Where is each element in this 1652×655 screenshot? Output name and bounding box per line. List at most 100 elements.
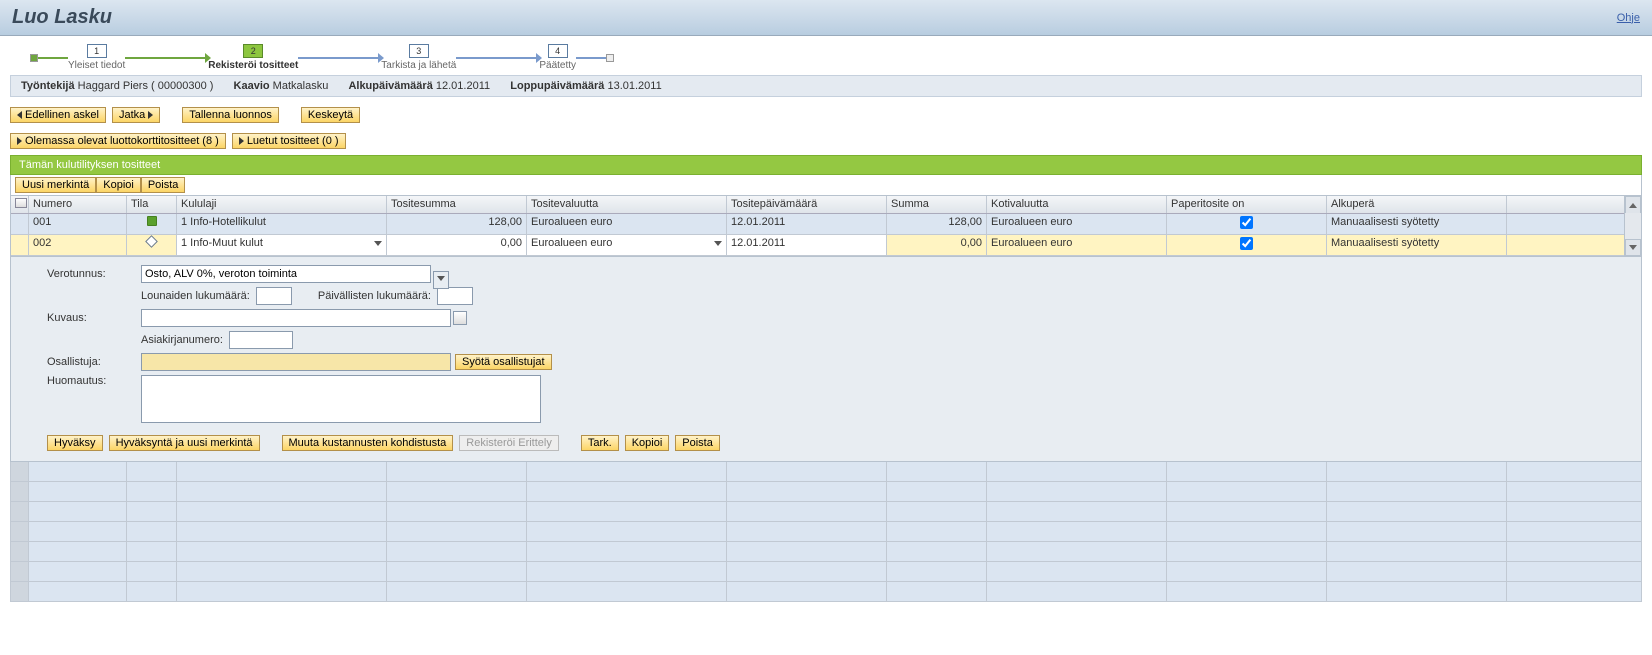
col-kululaji[interactable]: Kululaji (177, 196, 387, 213)
verotunnus-label: Verotunnus: (47, 268, 141, 280)
copy-detail-button[interactable]: Kopioi (625, 435, 670, 451)
receipt-toggles: Olemassa olevat luottokorttitositteet (8… (0, 133, 1652, 155)
cell-kotivaluutta: Euroalueen euro (987, 235, 1167, 255)
osallistuja-label: Osallistuja: (47, 356, 141, 368)
kuvaus-input[interactable] (141, 309, 451, 327)
new-entry-button[interactable]: Uusi merkintä (15, 177, 96, 193)
receipts-grid: Numero Tila Kululaji Tositesumma Tositev… (10, 195, 1642, 257)
lounaiden-label: Lounaiden lukumäärä: (141, 290, 250, 302)
cell-tositesumma[interactable]: 0,00 (387, 235, 527, 255)
paper-receipt-checkbox[interactable] (1240, 216, 1253, 229)
main-action-row: Edellinen askel Jatka Tallenna luonnos K… (0, 97, 1652, 133)
col-summa[interactable]: Summa (887, 196, 987, 213)
dropdown-icon (374, 241, 382, 246)
cell-kululaji[interactable]: 1 Info-Muut kulut (177, 235, 387, 255)
wizard-step-4[interactable]: 4 Päätetty (539, 44, 576, 71)
status-edit-icon (145, 235, 158, 248)
col-tositepvm[interactable]: Tositepäivämäärä (727, 196, 887, 213)
triangle-left-icon (17, 111, 22, 119)
col-alkupera[interactable]: Alkuperä (1327, 196, 1507, 213)
wizard-step-1[interactable]: 1 Yleiset tiedot (68, 44, 125, 71)
col-paperitosite[interactable]: Paperitosite on (1167, 196, 1327, 213)
cell-tositevaluutta: Euroalueen euro (527, 214, 727, 234)
receipt-detail-panel: Verotunnus: Lounaiden lukumäärä: Päiväll… (10, 257, 1642, 462)
wizard-roadmap: 1 Yleiset tiedot 2 Rekisteröi tositteet … (0, 36, 1652, 75)
dropdown-icon[interactable] (433, 271, 449, 289)
wizard-start-marker (30, 54, 38, 62)
detail-action-row: Hyväksy Hyväksyntä ja uusi merkintä Muut… (47, 435, 1631, 451)
cell-tositepvm[interactable]: 12.01.2011 (727, 235, 887, 255)
expand-text-icon[interactable] (453, 311, 467, 325)
cell-numero: 001 (29, 214, 127, 234)
verotunnus-select[interactable] (141, 265, 431, 283)
cell-numero: 002 (29, 235, 127, 255)
scroll-down-button[interactable] (1625, 239, 1641, 256)
next-step-button[interactable]: Jatka (112, 107, 160, 123)
cell-alkupera: Manuaalisesti syötetty (1327, 235, 1507, 255)
asiakirja-input[interactable] (229, 331, 293, 349)
register-itemization-button: Rekisteröi Erittely (459, 435, 559, 451)
delete-button[interactable]: Poista (141, 177, 186, 193)
empty-grid-rows (10, 462, 1642, 602)
wizard-end-marker (606, 54, 614, 62)
paivallisten-label: Päivällisten lukumäärä: (318, 290, 431, 302)
wizard-step-2[interactable]: 2 Rekisteröi tositteet (208, 44, 298, 71)
kuvaus-label: Kuvaus: (47, 312, 141, 324)
cell-summa: 0,00 (887, 235, 987, 255)
select-all-header[interactable] (11, 196, 29, 213)
row-selector[interactable] (11, 235, 29, 255)
cell-paperitosite[interactable] (1167, 235, 1327, 255)
save-draft-button[interactable]: Tallenna luonnos (182, 107, 279, 123)
huomautus-textarea[interactable] (141, 375, 541, 423)
paper-receipt-checkbox[interactable] (1240, 237, 1253, 250)
check-button[interactable]: Tark. (581, 435, 619, 451)
receipts-toolbar: Uusi merkintä Kopioi Poista (10, 175, 1642, 195)
col-numero[interactable]: Numero (29, 196, 127, 213)
col-tositesumma[interactable]: Tositesumma (387, 196, 527, 213)
change-cost-assignment-button[interactable]: Muuta kustannusten kohdistusta (282, 435, 454, 451)
cell-summa: 128,00 (887, 214, 987, 234)
row-selector[interactable] (11, 214, 29, 234)
paivallisten-input[interactable] (437, 287, 473, 305)
delete-detail-button[interactable]: Poista (675, 435, 720, 451)
huomautus-label: Huomautus: (47, 375, 141, 387)
cell-paperitosite[interactable] (1167, 214, 1327, 234)
page-title: Luo Lasku (12, 6, 112, 29)
previous-step-button[interactable]: Edellinen askel (10, 107, 106, 123)
triangle-right-icon (239, 137, 244, 145)
wizard-step-3[interactable]: 3 Tarkista ja lähetä (381, 44, 456, 71)
cancel-button[interactable]: Keskeytä (301, 107, 360, 123)
col-tila[interactable]: Tila (127, 196, 177, 213)
section-title-bar: Tämän kulutilityksen tositteet (10, 155, 1642, 175)
osallistuja-input (141, 353, 451, 371)
syota-osallistujat-button[interactable]: Syötä osallistujat (455, 354, 552, 370)
status-ok-icon (147, 216, 157, 226)
col-tositevaluutta[interactable]: Tositevaluutta (527, 196, 727, 213)
vertical-scrollbar[interactable] (1624, 196, 1641, 256)
table-row[interactable]: 001 1 Info-Hotellikulut 128,00 Euroaluee… (11, 214, 1641, 235)
cell-alkupera: Manuaalisesti syötetty (1327, 214, 1507, 234)
scroll-up-button[interactable] (1625, 196, 1641, 213)
cell-tositepvm: 12.01.2011 (727, 214, 887, 234)
cell-tila (127, 214, 177, 234)
triangle-right-icon (148, 111, 153, 119)
read-receipts-toggle[interactable]: Luetut tositteet (0 ) (232, 133, 346, 149)
table-row[interactable]: 002 1 Info-Muut kulut 0,00 Euroalueen eu… (11, 235, 1641, 256)
creditcard-receipts-toggle[interactable]: Olemassa olevat luottokorttitositteet (8… (10, 133, 226, 149)
trip-info-bar: Työntekijä Haggard Piers ( 00000300 ) Ka… (10, 75, 1642, 97)
cell-kotivaluutta: Euroalueen euro (987, 214, 1167, 234)
help-link[interactable]: Ohje (1617, 12, 1640, 24)
triangle-right-icon (17, 137, 22, 145)
asiakirja-label: Asiakirjanumero: (141, 334, 223, 346)
lounaiden-input[interactable] (256, 287, 292, 305)
grid-header: Numero Tila Kululaji Tositesumma Tositev… (11, 196, 1641, 214)
accept-button[interactable]: Hyväksy (47, 435, 103, 451)
arrow-down-icon (1629, 245, 1637, 250)
copy-button[interactable]: Kopioi (96, 177, 141, 193)
col-kotivaluutta[interactable]: Kotivaluutta (987, 196, 1167, 213)
accept-and-new-button[interactable]: Hyväksyntä ja uusi merkintä (109, 435, 260, 451)
cell-tositesumma: 128,00 (387, 214, 527, 234)
dropdown-icon (714, 241, 722, 246)
cell-tositevaluutta[interactable]: Euroalueen euro (527, 235, 727, 255)
cell-kululaji: 1 Info-Hotellikulut (177, 214, 387, 234)
